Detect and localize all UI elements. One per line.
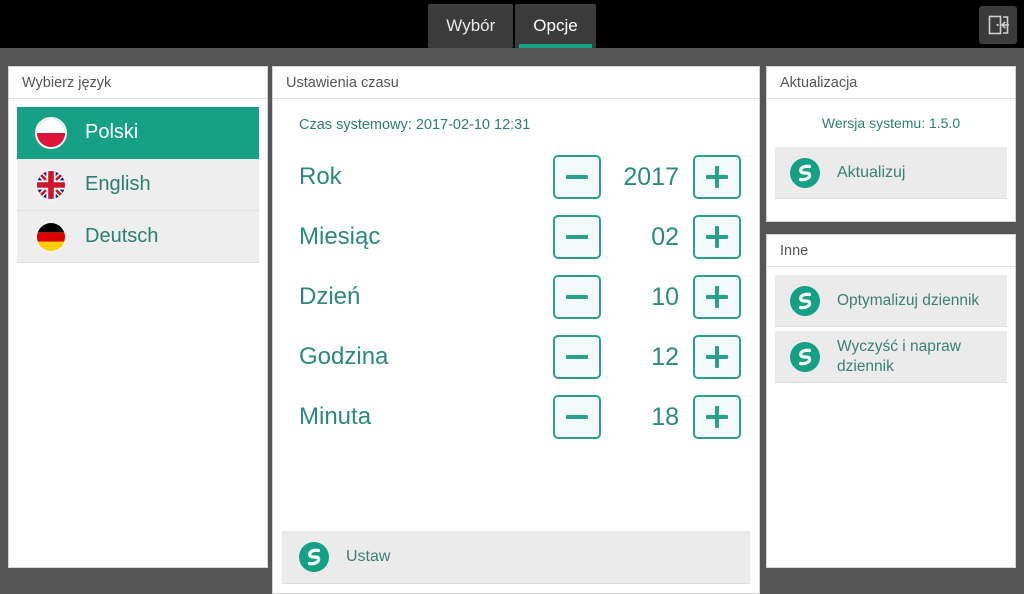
language-item-deutsch-label: Deutsch — [85, 225, 159, 247]
spinner-value-godzina: 12 — [651, 342, 679, 371]
top-bar: Wybór Opcje — [0, 0, 1024, 48]
plus-icon — [706, 406, 728, 428]
other-actions-list: Optymalizuj dziennik Wyczyść i napraw dz… — [767, 267, 1015, 383]
exit-button[interactable] — [979, 6, 1017, 44]
clean-repair-log-button-label: Wyczyść i napraw dziennik — [837, 338, 961, 375]
spinner-label-godzina: Godzina — [299, 343, 389, 370]
update-panel: Aktualizacja Wersja systemu: 1.5.0 Aktua… — [766, 66, 1016, 222]
workspace: Wybierz język Polski English Deutsch Ust… — [0, 48, 1024, 594]
spinner-row-rok: Rok 2017 — [273, 147, 759, 207]
spinner-value-rok: 2017 — [623, 162, 679, 191]
update-button[interactable]: Aktualizuj — [775, 147, 1007, 199]
other-panel: Inne Optymalizuj dziennik Wyczyść i napr… — [766, 234, 1016, 568]
minus-icon — [566, 286, 588, 308]
decrement-minuta-button[interactable] — [553, 395, 601, 439]
increment-miesiac-button[interactable] — [693, 215, 741, 259]
tab-bar: Wybór Opcje — [428, 0, 596, 48]
language-list: Polski English Deutsch — [9, 99, 267, 263]
system-version-label: Wersja systemu: 1.5.0 — [821, 115, 961, 131]
increment-godzina-button[interactable] — [693, 335, 741, 379]
decrement-miesiac-button[interactable] — [553, 215, 601, 259]
flag-germany-icon — [35, 220, 67, 253]
spinner-value-dzien: 10 — [651, 282, 679, 311]
refresh-swirl-icon — [790, 341, 820, 372]
decrement-dzien-button[interactable] — [553, 275, 601, 319]
decrement-godzina-button[interactable] — [553, 335, 601, 379]
refresh-swirl-icon — [790, 157, 820, 188]
spinner-value-minuta: 18 — [651, 402, 679, 431]
minus-icon — [566, 346, 588, 368]
plus-icon — [706, 286, 728, 308]
tab-wybor[interactable]: Wybór — [428, 4, 514, 48]
language-item-polski-label: Polski — [85, 121, 139, 143]
clean-repair-log-button[interactable]: Wyczyść i napraw dziennik — [775, 331, 1007, 383]
spinner-row-miesiac: Miesiąc 02 — [273, 207, 759, 267]
tab-wybor-label: Wybór — [446, 16, 496, 35]
plus-icon — [706, 166, 728, 188]
time-spinner-rows: Rok 2017 Miesiąc 02 Dzień 10 Godzina 12 … — [273, 133, 759, 447]
exit-door-icon — [988, 15, 1009, 35]
spinner-value-miesiac: 02 — [651, 222, 679, 251]
update-panel-header: Aktualizacja — [767, 67, 1015, 99]
minus-icon — [566, 226, 588, 248]
language-item-deutsch[interactable]: Deutsch — [17, 211, 259, 263]
update-button-label: Aktualizuj — [837, 163, 906, 181]
minus-icon — [566, 166, 588, 188]
system-time-label: Czas systemowy: 2017-02-10 12:31 — [299, 117, 531, 133]
language-item-english[interactable]: English — [17, 159, 259, 211]
language-item-english-label: English — [85, 173, 151, 195]
spinner-row-dzien: Dzień 10 — [273, 267, 759, 327]
refresh-swirl-icon — [790, 285, 820, 316]
optimize-log-button[interactable]: Optymalizuj dziennik — [775, 275, 1007, 327]
optimize-log-button-label: Optymalizuj dziennik — [837, 291, 980, 309]
minus-icon — [566, 406, 588, 428]
language-panel: Wybierz język Polski English Deutsch — [8, 66, 268, 568]
set-time-button-label: Ustaw — [346, 548, 391, 565]
spinner-label-minuta: Minuta — [299, 403, 372, 430]
refresh-swirl-icon — [299, 542, 329, 572]
increment-rok-button[interactable] — [693, 155, 741, 199]
set-time-button[interactable]: Ustaw — [282, 531, 750, 584]
spinner-label-dzien: Dzień — [299, 283, 361, 310]
tab-opcje-label: Opcje — [533, 16, 578, 35]
time-settings-header: Ustawienia czasu — [273, 67, 759, 99]
increment-dzien-button[interactable] — [693, 275, 741, 319]
tab-opcje[interactable]: Opcje — [515, 4, 596, 48]
time-settings-panel: Ustawienia czasu Czas systemowy: 2017-02… — [272, 66, 760, 594]
other-panel-header: Inne — [767, 235, 1015, 267]
plus-icon — [706, 226, 728, 248]
spinner-label-rok: Rok — [299, 163, 342, 190]
decrement-rok-button[interactable] — [553, 155, 601, 199]
increment-minuta-button[interactable] — [693, 395, 741, 439]
spinner-label-miesiac: Miesiąc — [299, 223, 381, 250]
flag-poland-icon — [35, 116, 67, 149]
language-panel-header: Wybierz język — [9, 67, 267, 99]
spinner-row-godzina: Godzina 12 — [273, 327, 759, 387]
spinner-row-minuta: Minuta 18 — [273, 387, 759, 447]
plus-icon — [706, 346, 728, 368]
language-item-polski[interactable]: Polski — [17, 107, 259, 159]
flag-united-kingdom-icon — [35, 168, 67, 201]
